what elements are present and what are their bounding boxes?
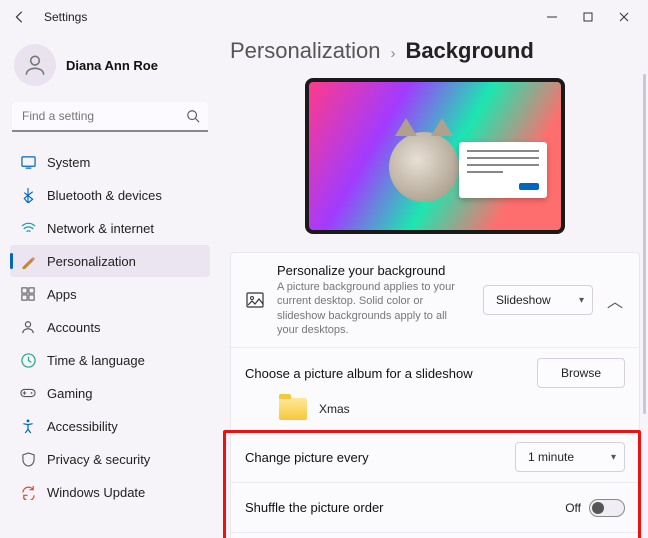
accounts-icon <box>20 319 36 335</box>
privacy-icon <box>20 451 36 467</box>
sidebar-item-personalization[interactable]: Personalization <box>10 245 210 277</box>
maximize-button[interactable] <box>570 3 606 31</box>
accessibility-icon <box>20 418 36 434</box>
maximize-icon <box>583 12 593 22</box>
sidebar-item-time[interactable]: Time & language <box>10 344 210 376</box>
highlighted-section: Change picture every 1 minute ▾ Shuffle … <box>231 432 639 538</box>
sidebar-item-accessibility[interactable]: Accessibility <box>10 410 210 442</box>
close-icon <box>619 12 629 22</box>
interval-dropdown[interactable]: 1 minute ▾ <box>515 442 625 472</box>
user-name: Diana Ann Roe <box>66 58 158 73</box>
chevron-up-icon: ︿ <box>607 294 623 311</box>
shuffle-label: Shuffle the picture order <box>245 500 553 515</box>
nav-label: Accounts <box>47 320 100 335</box>
breadcrumb-parent[interactable]: Personalization <box>230 38 380 64</box>
apps-icon <box>20 286 36 302</box>
avatar <box>14 44 56 86</box>
personalization-icon <box>20 253 36 269</box>
search-icon <box>186 109 200 128</box>
sidebar: Diana Ann Roe System Bluetooth & devices… <box>0 34 220 538</box>
background-preview <box>305 78 565 234</box>
interval-label: Change picture every <box>245 450 503 465</box>
chevron-down-icon: ▾ <box>611 452 616 463</box>
network-icon <box>20 220 36 236</box>
back-button[interactable] <box>6 3 34 31</box>
nav-list: System Bluetooth & devices Network & int… <box>10 146 210 508</box>
app-title: Settings <box>44 10 87 24</box>
content-area: Personalization › Background Personalize… <box>220 34 648 538</box>
preview-image <box>389 132 459 202</box>
personalize-title: Personalize your background <box>277 263 471 278</box>
nav-label: Network & internet <box>47 221 154 236</box>
shuffle-toggle[interactable] <box>589 499 625 517</box>
nav-label: Personalization <box>47 254 136 269</box>
chevron-down-icon: ▾ <box>579 295 584 306</box>
sidebar-item-network[interactable]: Network & internet <box>10 212 210 244</box>
close-button[interactable] <box>606 3 642 31</box>
nav-label: Bluetooth & devices <box>47 188 162 203</box>
minimize-button[interactable] <box>534 3 570 31</box>
nav-label: Time & language <box>47 353 145 368</box>
sidebar-item-bluetooth[interactable]: Bluetooth & devices <box>10 179 210 211</box>
nav-label: System <box>47 155 90 170</box>
background-type-dropdown[interactable]: Slideshow ▾ <box>483 285 593 315</box>
sidebar-item-system[interactable]: System <box>10 146 210 178</box>
update-icon <box>20 484 36 500</box>
system-icon <box>20 154 36 170</box>
sidebar-item-accounts[interactable]: Accounts <box>10 311 210 343</box>
window-controls <box>534 3 642 31</box>
nav-label: Windows Update <box>47 485 145 500</box>
breadcrumb-current: Background <box>405 38 533 64</box>
sidebar-item-update[interactable]: Windows Update <box>10 476 210 508</box>
personalize-subtitle: A picture background applies to your cur… <box>277 280 471 337</box>
arrow-left-icon <box>13 10 27 24</box>
browse-button[interactable]: Browse <box>537 358 625 388</box>
user-profile[interactable]: Diana Ann Roe <box>10 38 210 96</box>
dropdown-value: Slideshow <box>496 293 551 307</box>
nav-label: Gaming <box>47 386 93 401</box>
dropdown-value: 1 minute <box>528 450 574 464</box>
bluetooth-icon <box>20 187 36 203</box>
folder-icon <box>279 398 307 420</box>
folder-name: Xmas <box>319 402 350 416</box>
gaming-icon <box>20 385 36 401</box>
scrollbar[interactable] <box>643 74 646 414</box>
nav-label: Apps <box>47 287 77 302</box>
preview-window-mock <box>459 142 547 198</box>
breadcrumb: Personalization › Background <box>230 38 640 64</box>
search-input[interactable] <box>12 102 208 132</box>
chevron-right-icon: › <box>390 45 395 62</box>
title-bar: Settings <box>0 0 648 34</box>
album-folder-row[interactable]: Xmas <box>231 398 639 432</box>
sidebar-item-gaming[interactable]: Gaming <box>10 377 210 409</box>
toggle-state-label: Off <box>565 501 581 515</box>
nav-label: Accessibility <box>47 419 118 434</box>
picture-icon <box>245 292 265 308</box>
sidebar-item-apps[interactable]: Apps <box>10 278 210 310</box>
nav-label: Privacy & security <box>47 452 150 467</box>
time-icon <box>20 352 36 368</box>
minimize-icon <box>547 12 557 22</box>
expand-toggle[interactable]: ︿ <box>605 288 625 312</box>
personalize-card: Personalize your background A picture ba… <box>230 252 640 538</box>
album-label: Choose a picture album for a slideshow <box>245 366 525 381</box>
person-icon <box>22 52 48 78</box>
sidebar-item-privacy[interactable]: Privacy & security <box>10 443 210 475</box>
